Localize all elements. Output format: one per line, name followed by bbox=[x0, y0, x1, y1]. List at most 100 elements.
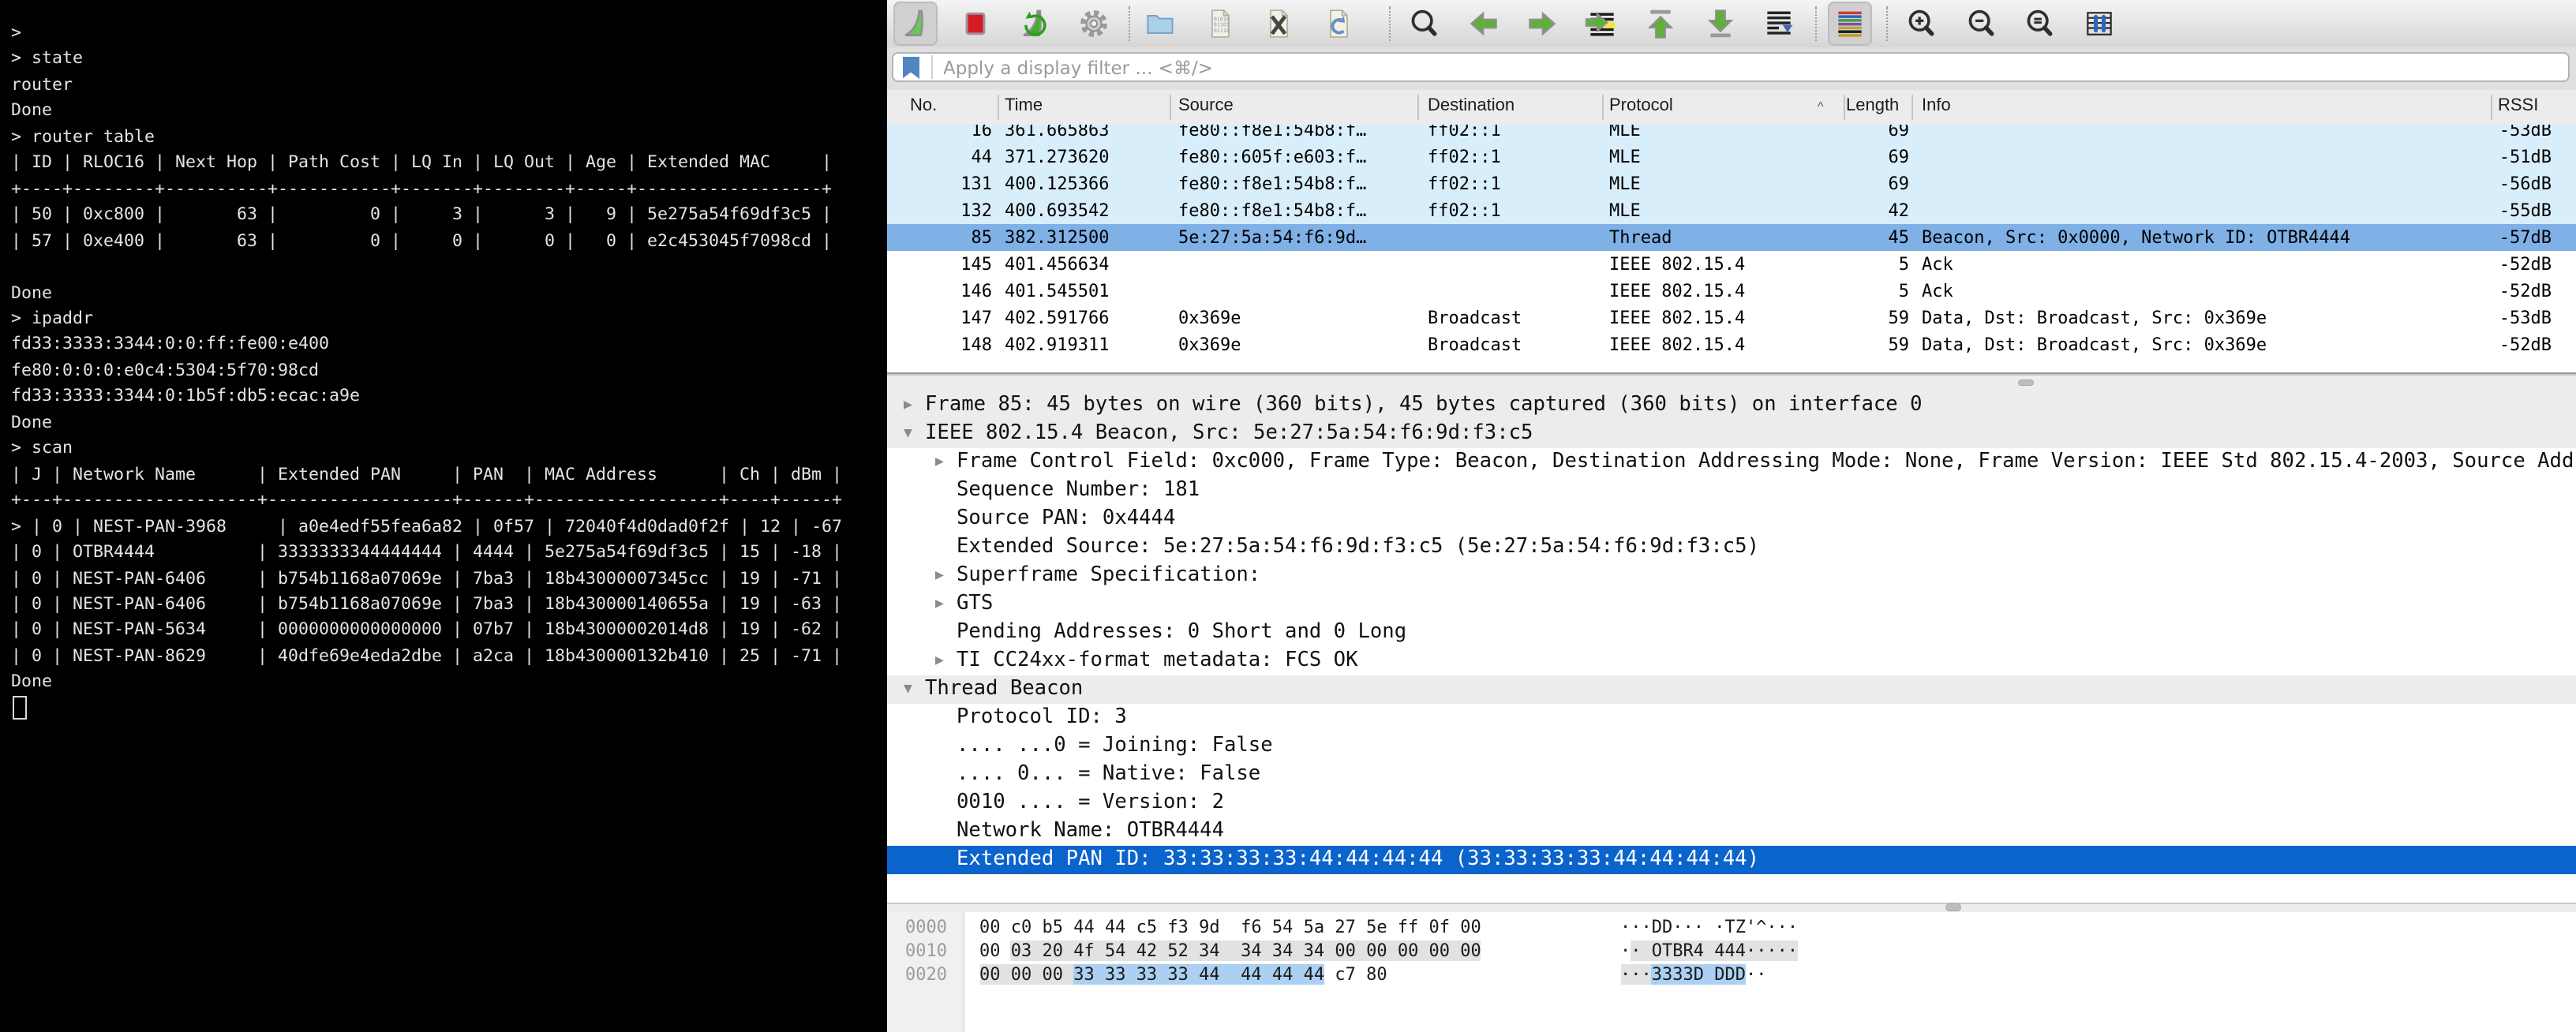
hex-text: ·· bbox=[1746, 963, 1767, 984]
column-header-info[interactable]: Info bbox=[1922, 95, 1951, 114]
cell-dst: ff02::1 bbox=[1428, 146, 1501, 166]
capture-options-gear-icon[interactable] bbox=[1071, 2, 1115, 46]
tree-expanded-icon[interactable]: ▼ bbox=[904, 426, 912, 442]
detail-text: Thread Beacon bbox=[925, 677, 1083, 701]
column-header-destination[interactable]: Destination bbox=[1428, 95, 1515, 114]
packet-list: 16361.665863fe80::f8e1:54b8:f…ff02::1MLE… bbox=[886, 124, 2576, 365]
packet-row-148[interactable]: 148402.9193110x369eBroadcastIEEE 802.15.… bbox=[886, 331, 2576, 357]
cell-time: 382.312500 bbox=[1005, 226, 1109, 247]
detail-row[interactable]: Sequence Number: 181 bbox=[886, 476, 2576, 504]
cell-no: 44 bbox=[902, 146, 992, 166]
column-header-no[interactable]: No. bbox=[910, 95, 937, 114]
detail-row[interactable]: 0010 .... = Version: 2 bbox=[886, 788, 2576, 817]
column-header-source[interactable]: Source bbox=[1178, 95, 1234, 114]
detail-row[interactable]: Network Name: OTBR4444 bbox=[886, 817, 2576, 845]
wireshark-fin-icon[interactable] bbox=[893, 2, 938, 46]
reload-file-icon[interactable] bbox=[1316, 2, 1360, 46]
colorize-icon[interactable] bbox=[1828, 2, 1872, 46]
packet-row-146[interactable]: 146401.545501IEEE 802.15.45Ack-52dB bbox=[886, 277, 2576, 304]
stop-capture-icon[interactable] bbox=[953, 2, 997, 46]
find-packet-icon[interactable] bbox=[1402, 2, 1446, 46]
splitter-handle[interactable] bbox=[1945, 904, 1960, 910]
detail-row[interactable]: ▶GTS bbox=[886, 589, 2576, 618]
open-file-folder-icon[interactable] bbox=[1138, 2, 1182, 46]
column-separator[interactable] bbox=[1843, 94, 1844, 119]
hex-highlight-blue: 3333D DDD bbox=[1652, 963, 1746, 984]
column-header-length[interactable]: Length bbox=[1846, 95, 1899, 114]
go-forward-icon[interactable] bbox=[1520, 2, 1564, 46]
packet-row-145[interactable]: 145401.456634IEEE 802.15.45Ack-52dB bbox=[886, 250, 2576, 277]
detail-row[interactable]: Pending Addresses: 0 Short and 0 Long bbox=[886, 618, 2576, 646]
detail-row[interactable]: .... ...0 = Joining: False bbox=[886, 731, 2576, 760]
detail-row[interactable]: ▶Superframe Specification: bbox=[886, 561, 2576, 589]
cell-time: 400.125366 bbox=[1005, 173, 1109, 193]
close-file-icon[interactable] bbox=[1256, 2, 1301, 46]
detail-row[interactable]: ▼IEEE 802.15.4 Beacon, Src: 5e:27:5a:54:… bbox=[886, 419, 2576, 447]
detail-row[interactable]: Source PAN: 0x4444 bbox=[886, 504, 2576, 533]
hex-row-0020[interactable]: 002000 00 00 33 33 33 33 44 44 44 44 c7 … bbox=[886, 962, 2576, 985]
tree-collapsed-icon[interactable]: ▶ bbox=[935, 454, 944, 470]
auto-scroll-icon[interactable] bbox=[1757, 2, 1801, 46]
zoom-reset-icon[interactable] bbox=[2017, 2, 2061, 46]
splitter-list-detail[interactable] bbox=[886, 373, 2576, 392]
column-separator[interactable] bbox=[1417, 94, 1418, 119]
tree-expanded-icon[interactable]: ▼ bbox=[904, 682, 912, 697]
restart-capture-icon[interactable] bbox=[1012, 2, 1056, 46]
go-to-bottom-icon[interactable] bbox=[1698, 2, 1743, 46]
display-filter-input[interactable] bbox=[891, 52, 2569, 82]
packet-row-147[interactable]: 147402.5917660x369eBroadcastIEEE 802.15.… bbox=[886, 304, 2576, 331]
zoom-in-icon[interactable] bbox=[1899, 2, 1943, 46]
terminal-pane[interactable]: > > state router Done > router table | I… bbox=[0, 0, 886, 1032]
cell-dst: Broadcast bbox=[1428, 307, 1522, 327]
hex-row-0010[interactable]: 001000 03 20 4f 54 42 52 34 34 34 34 00 … bbox=[886, 938, 2576, 962]
detail-row[interactable]: ▶Frame 85: 45 bytes on wire (360 bits), … bbox=[886, 391, 2576, 419]
save-file-icon[interactable]: 010100110101110 bbox=[1197, 2, 1241, 46]
cell-no: 131 bbox=[902, 173, 992, 193]
column-separator[interactable] bbox=[2490, 94, 2492, 119]
hex-highlight-gray: 00 00 00 bbox=[979, 963, 1073, 984]
detail-row[interactable]: ▼ Thread Beacon bbox=[886, 675, 2576, 703]
tree-collapsed-icon[interactable]: ▶ bbox=[904, 398, 912, 413]
column-separator[interactable] bbox=[997, 94, 998, 119]
detail-row[interactable]: Extended PAN ID: 33:33:33:33:44:44:44:44… bbox=[886, 845, 2576, 873]
column-separator[interactable] bbox=[1169, 94, 1170, 119]
detail-row[interactable]: .... 0... = Native: False bbox=[886, 760, 2576, 788]
hex-bytes: 00 00 00 33 33 33 33 44 44 44 44 c7 80 bbox=[979, 963, 1387, 984]
cell-rssi: -52dB bbox=[2425, 253, 2552, 274]
hex-row-0000[interactable]: 000000 c0 b5 44 44 c5 f3 9d f6 54 5a 27 … bbox=[886, 914, 2576, 938]
go-to-top-icon[interactable] bbox=[1638, 2, 1683, 46]
tree-collapsed-icon[interactable]: ▶ bbox=[935, 568, 944, 584]
column-header-time[interactable]: Time bbox=[1005, 95, 1043, 114]
terminal-text: > > state router Done > router table | I… bbox=[11, 21, 842, 696]
tree-collapsed-icon[interactable]: ▶ bbox=[935, 653, 944, 669]
go-back-icon[interactable] bbox=[1462, 2, 1506, 46]
hex-offset: 0000 bbox=[905, 916, 947, 937]
go-to-packet-icon[interactable] bbox=[1580, 2, 1624, 46]
cell-rssi: -55dB bbox=[2425, 200, 2552, 220]
detail-row[interactable]: Protocol ID: 3 bbox=[886, 703, 2576, 731]
column-header-protocol[interactable]: Protocol bbox=[1609, 95, 1673, 114]
detail-row[interactable]: ▶TI CC24xx-format metadata: FCS OK bbox=[886, 646, 2576, 675]
packet-row-85[interactable]: 85382.3125005e:27:5a:54:f6:9d…Thread45Be… bbox=[886, 223, 2576, 250]
cell-time: 361.665863 bbox=[1005, 124, 1109, 140]
tree-collapsed-icon[interactable]: ▶ bbox=[935, 596, 944, 612]
hex-highlight-gray: 03 20 4f 54 42 52 34 34 34 34 00 00 00 0… bbox=[1011, 940, 1481, 960]
zoom-out-icon[interactable] bbox=[1958, 2, 2002, 46]
column-separator[interactable] bbox=[1601, 94, 1603, 119]
column-separator[interactable] bbox=[1911, 94, 1912, 119]
cell-rssi: -53dB bbox=[2425, 307, 2552, 327]
packet-row-44[interactable]: 44371.273620fe80::605f:e603:f…ff02::1MLE… bbox=[886, 143, 2576, 170]
splitter-handle[interactable] bbox=[2018, 380, 2032, 385]
detail-row[interactable]: ▶ Frame Control Field: 0xc000, Frame Type… bbox=[886, 447, 2576, 476]
resize-columns-icon[interactable] bbox=[2077, 2, 2121, 46]
detail-text: Protocol ID: 3 bbox=[957, 705, 1127, 729]
detail-row[interactable]: Extended Source: 5e:27:5a:54:f6:9d:f3:c5… bbox=[886, 533, 2576, 561]
column-header-rssi[interactable]: RSSI bbox=[2498, 95, 2538, 114]
cell-no: 145 bbox=[902, 253, 992, 274]
packet-row-131[interactable]: 131400.125366fe80::f8e1:54b8:f…ff02::1ML… bbox=[886, 170, 2576, 196]
detail-text: Extended PAN ID: 33:33:33:33:44:44:44:44… bbox=[957, 847, 1759, 871]
packet-row-16[interactable]: 16361.665863fe80::f8e1:54b8:f…ff02::1MLE… bbox=[886, 124, 2576, 143]
wireshark-toolbar: 010100110101110 bbox=[886, 0, 2576, 49]
detail-text: Frame Control Field: 0xc000, Frame Type:… bbox=[957, 450, 2576, 473]
packet-row-132[interactable]: 132400.693542fe80::f8e1:54b8:f…ff02::1ML… bbox=[886, 196, 2576, 223]
